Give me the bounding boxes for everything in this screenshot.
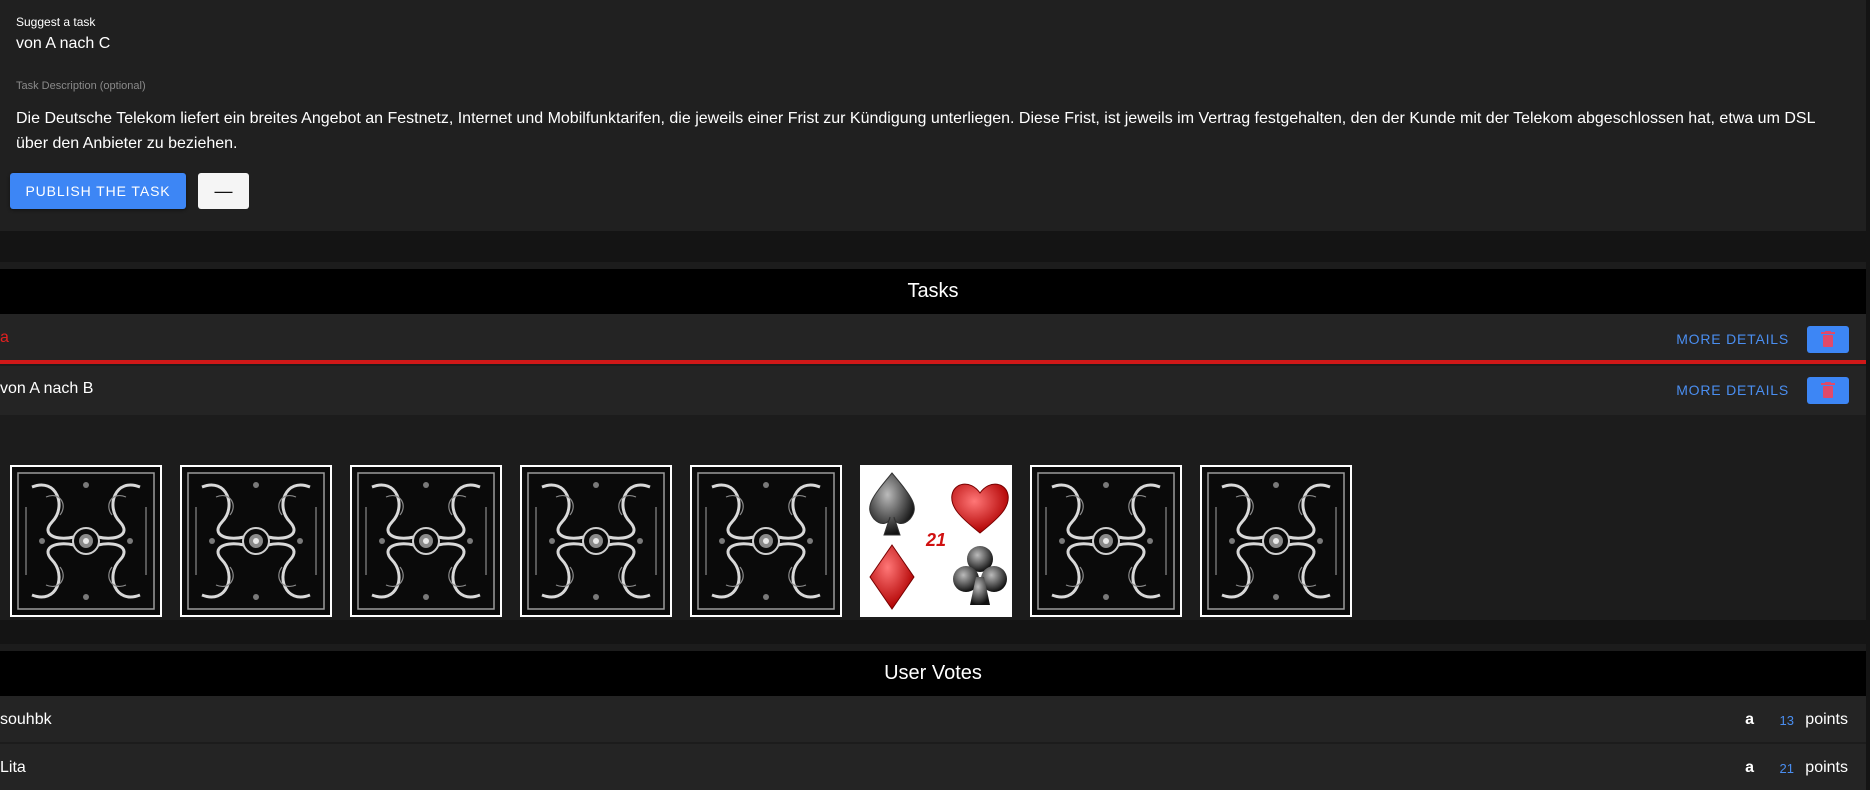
card-back[interactable] [1200,465,1352,617]
vote-points-value: 13 [1779,713,1794,728]
card-back-pattern-icon [692,467,840,615]
user-votes-title: User Votes [0,651,1866,696]
card-back[interactable] [520,465,672,617]
card-back-pattern-icon [1202,467,1350,615]
vote-row: souhbk a 13 points [0,696,1866,742]
task-row[interactable]: a MORE DETAILS [0,314,1866,363]
task-name-field[interactable]: von A nach C [16,35,110,53]
more-details-button[interactable]: MORE DETAILS [1676,382,1789,398]
task-row[interactable]: von A nach B MORE DETAILS [0,366,1866,415]
task-description-label: Task Description (optional) [16,80,146,92]
active-task-indicator [0,360,1866,364]
card-back[interactable] [350,465,502,617]
vote-user: souhbk [0,711,52,728]
card-back-pattern-icon [522,467,670,615]
card-back-pattern-icon [182,467,330,615]
vote-row: Lita a 21 points [0,744,1866,790]
card-back-pattern-icon [352,467,500,615]
card-back[interactable] [690,465,842,617]
tasks-panel: Tasks a MORE DETAILS von A nach B MORE D… [0,262,1866,422]
more-details-button[interactable]: MORE DETAILS [1676,331,1789,347]
card-back[interactable] [10,465,162,617]
card-center-label: 21 [925,530,947,550]
delete-task-button[interactable] [1807,377,1849,404]
card-back-pattern-icon [12,467,160,615]
vote-points-label: points [1805,711,1848,728]
task-title: a [0,329,9,346]
card-row: 21 [0,420,1866,620]
trash-icon [1821,331,1835,347]
card-back[interactable] [180,465,332,617]
card-face[interactable]: 21 [860,465,1012,617]
trash-icon [1821,382,1835,398]
suggest-task-label: Suggest a task [16,15,96,29]
card-back[interactable] [1030,465,1182,617]
task-title: von A nach B [0,380,94,397]
task-description-field[interactable]: Die Deutsche Telekom liefert ein breites… [16,106,1836,156]
vote-points-label: points [1805,759,1848,776]
vote-task: a [1745,711,1754,728]
tasks-title: Tasks [0,269,1866,314]
user-votes-panel: User Votes souhbk a 13 points Lita a 21 … [0,644,1866,790]
vote-user: Lita [0,759,26,776]
remove-button[interactable]: — [198,173,249,209]
card-back-pattern-icon [1032,467,1180,615]
delete-task-button[interactable] [1807,326,1849,353]
vote-task: a [1745,759,1754,776]
suggest-task-panel: Suggest a task von A nach C Task Descrip… [0,0,1866,231]
vote-points-value: 21 [1779,761,1794,776]
publish-task-button[interactable]: PUBLISH THE TASK [10,173,186,209]
